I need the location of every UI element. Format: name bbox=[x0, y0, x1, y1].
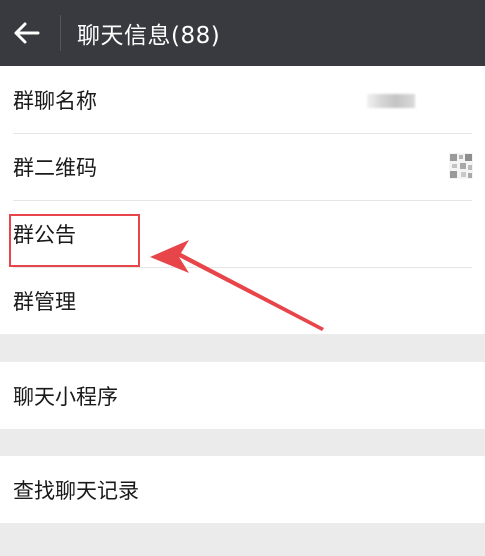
search-chat-history-label: 查找聊天记录 bbox=[13, 478, 139, 503]
back-button[interactable] bbox=[0, 0, 54, 66]
qr-code-icon bbox=[449, 153, 473, 179]
search-chat-history-row[interactable]: 查找聊天记录 bbox=[0, 456, 485, 523]
group-qr-label: 群二维码 bbox=[13, 155, 97, 180]
group-name-row[interactable]: 群聊名称 bbox=[0, 66, 485, 133]
mini-program-section: 聊天小程序 bbox=[0, 362, 485, 429]
group-announcement-label: 群公告 bbox=[13, 222, 76, 247]
chat-mini-program-label: 聊天小程序 bbox=[13, 384, 118, 409]
group-qr-row[interactable]: 群二维码 bbox=[0, 133, 485, 200]
group-management-label: 群管理 bbox=[13, 289, 76, 314]
history-section: 查找聊天记录 bbox=[0, 456, 485, 523]
group-name-label: 群聊名称 bbox=[13, 88, 97, 113]
group-settings-section: 群聊名称 群二维码 群公告 群管理 bbox=[0, 66, 485, 334]
group-management-row[interactable]: 群管理 bbox=[0, 267, 485, 334]
page-title: 聊天信息(88) bbox=[77, 23, 221, 49]
group-name-value-blurred bbox=[367, 94, 415, 108]
arrow-left-icon bbox=[14, 22, 40, 44]
header-divider bbox=[60, 15, 61, 51]
chat-mini-program-row[interactable]: 聊天小程序 bbox=[0, 362, 485, 429]
title-bar: 聊天信息(88) bbox=[0, 0, 485, 66]
group-announcement-row[interactable]: 群公告 bbox=[0, 200, 485, 267]
